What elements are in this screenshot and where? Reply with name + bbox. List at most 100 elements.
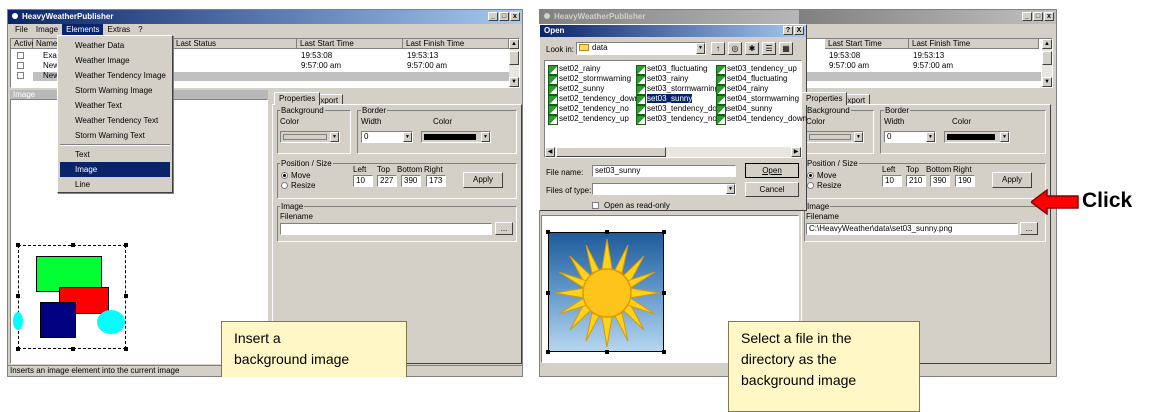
resize-handle[interactable] [662,291,666,295]
minimize-icon[interactable]: _ [1022,12,1032,21]
file-item[interactable]: set02_stormwarning [547,74,631,85]
header-active[interactable]: Active [11,39,36,49]
menu-item-weather-tendency-image[interactable]: Weather Tendency Image [60,68,170,83]
files-of-type-select[interactable]: ▼ [592,183,736,195]
background-color-picker[interactable]: ▼ [806,131,864,143]
resize-handle[interactable] [662,350,666,354]
scroll-thumb[interactable] [509,51,519,65]
resize-handle[interactable] [124,294,128,298]
chevron-down-icon[interactable]: ▼ [1000,132,1009,142]
scroll-thumb[interactable] [556,147,666,157]
scroll-down-icon[interactable]: ▼ [1042,77,1052,87]
file-item[interactable]: set03_rainy [635,74,688,85]
close-icon[interactable]: X [794,26,804,35]
cancel-button[interactable]: Cancel [745,182,799,197]
look-in-select[interactable]: data ▼ [576,42,706,55]
menu-item-image[interactable]: Image [60,162,170,177]
file-item[interactable]: set03_tendency_down [635,104,727,115]
file-item[interactable]: set04_stormwarning [715,94,799,105]
resize-handle[interactable] [662,230,666,234]
border-width-select[interactable]: 0 ▼ [361,131,413,143]
scroll-right-icon[interactable]: ▶ [791,147,801,157]
header-last-start[interactable]: Last Start Time [825,39,909,49]
border-width-select[interactable]: 0 ▼ [884,131,936,143]
file-item[interactable]: set02_tendency_no [547,104,629,115]
row-checkbox[interactable] [17,52,24,59]
header-last-finish[interactable]: Last Finish Time [909,39,1039,49]
list-view-icon[interactable]: ☰ [762,42,776,55]
filename-input[interactable]: C:\HeavyWeather\data\set03_sunny.png [806,223,1018,235]
resize-handle[interactable] [71,347,75,351]
close-icon[interactable]: x [1044,12,1054,21]
file-item[interactable]: set04_rainy [715,84,768,95]
menu-file[interactable]: File [11,24,32,36]
dialog-title-bar[interactable]: Open ? X [540,25,806,37]
browse-button[interactable]: ... [495,222,513,235]
resize-handle[interactable] [16,243,20,247]
open-button[interactable]: Open [745,163,799,178]
tab-properties[interactable]: Properties [801,92,848,105]
details-view-icon[interactable]: ▦ [779,42,793,55]
file-item[interactable]: set04_fluctuating [715,74,788,85]
background-color-picker[interactable]: ▼ [280,131,340,143]
resize-radio[interactable] [281,182,288,189]
resize-handle[interactable] [16,347,20,351]
menu-item-text[interactable]: Text [60,147,170,162]
list-scrollbar[interactable]: ▲ ▼ [509,39,519,87]
readonly-checkbox[interactable] [592,202,599,209]
horizontal-scrollbar[interactable]: ◀ ▶ [545,147,801,157]
file-item[interactable]: set03_stormwarning [635,84,719,95]
menu-item-weather-tendency-text[interactable]: Weather Tendency Text [60,113,170,128]
apply-button[interactable]: Apply [992,172,1032,188]
move-radio[interactable] [807,172,814,179]
row-name[interactable]: Exa [43,51,57,60]
top-input[interactable]: 210 [906,175,926,187]
right-input[interactable]: 173 [426,175,446,187]
chevron-down-icon[interactable]: ▼ [403,132,412,142]
file-item[interactable]: set03_tendency_no [635,114,717,125]
scroll-thumb[interactable] [1042,51,1052,65]
right-input[interactable]: 190 [955,175,975,187]
title-bar[interactable]: HeavyWeatherPublisher [540,10,842,24]
file-item[interactable]: set03_fluctuating [635,64,708,75]
resize-handle[interactable] [124,347,128,351]
minimize-icon[interactable]: _ [488,12,498,21]
file-name-input[interactable]: set03_sunny [592,165,736,177]
title-bar-extension[interactable]: _ □ x [799,10,1056,24]
resize-handle[interactable] [546,350,550,354]
resize-handle[interactable] [71,243,75,247]
maximize-icon[interactable]: □ [1033,12,1043,21]
resize-handle[interactable] [605,350,609,354]
scroll-left-icon[interactable]: ◀ [545,147,555,157]
menu-item-weather-data[interactable]: Weather Data [60,38,170,53]
header-last-start[interactable]: Last Start Time [297,39,403,49]
file-item[interactable]: set04_sunny [715,104,772,115]
sunny-image-element[interactable] [546,230,666,354]
new-folder-icon[interactable]: ✱ [745,42,759,55]
help-icon[interactable]: ? [783,26,793,35]
menu-item-line[interactable]: Line [60,177,170,192]
border-color-picker[interactable]: ▼ [944,131,1010,143]
filename-input[interactable] [280,223,492,235]
header-last-finish[interactable]: Last Finish Time [403,39,509,49]
maximize-icon[interactable]: □ [499,12,509,21]
row-checkbox[interactable] [17,62,24,69]
menu-item-storm-warning-image[interactable]: Storm Warning Image [60,83,170,98]
apply-button[interactable]: Apply [463,172,503,188]
chevron-down-icon[interactable]: ▼ [481,132,490,142]
desktop-icon[interactable]: ◎ [728,42,742,55]
file-item[interactable]: set02_tendency_up [547,114,629,125]
file-item-selected[interactable]: set03_sunny [635,94,693,105]
element-selection-box[interactable] [13,243,128,351]
row-checkbox[interactable] [17,72,24,79]
tab-properties[interactable]: Properties [274,92,321,105]
chevron-down-icon[interactable]: ▼ [726,184,735,194]
file-list[interactable]: set02_rainy set02_stormwarning set02_sun… [544,60,807,158]
chevron-down-icon[interactable]: ▼ [854,132,863,142]
move-radio[interactable] [281,172,288,179]
scroll-up-icon[interactable]: ▲ [509,39,519,49]
file-item[interactable]: set03_tendency_up [715,64,797,75]
file-item[interactable]: set02_rainy [547,64,600,75]
menu-item-weather-text[interactable]: Weather Text [60,98,170,113]
close-icon[interactable]: x [510,12,520,21]
